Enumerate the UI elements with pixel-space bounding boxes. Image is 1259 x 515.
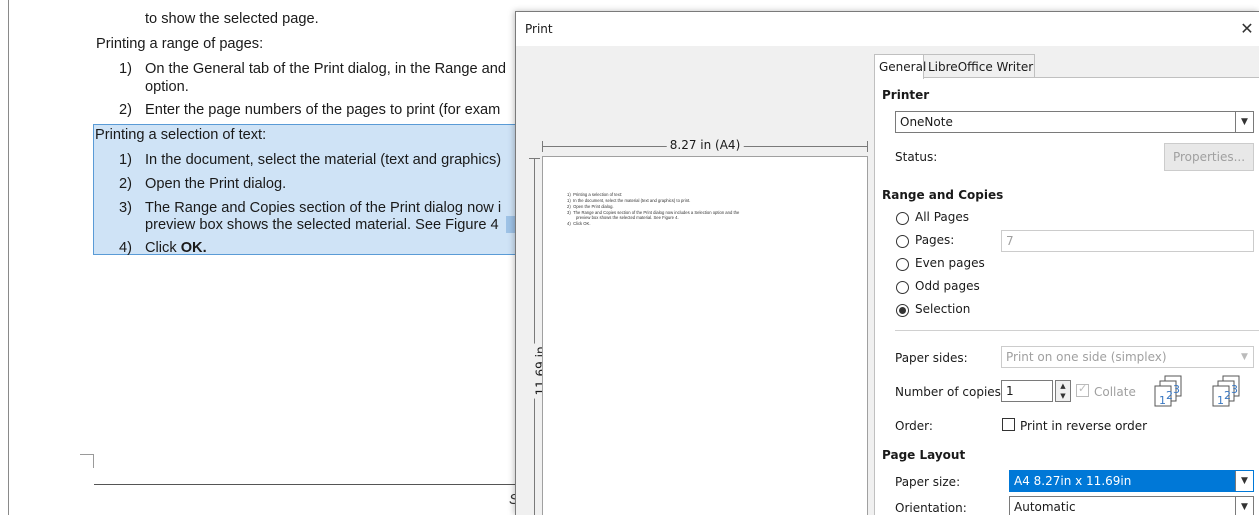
collate-checkbox[interactable]: ✓ xyxy=(1076,382,1089,397)
orientation-value: Automatic xyxy=(1014,500,1076,514)
page-layout-section-title: Page Layout xyxy=(882,448,966,462)
list-number: 2) xyxy=(119,102,132,118)
doc-ok-bold: OK. xyxy=(180,240,207,256)
text-boundary-corner xyxy=(80,454,94,468)
list-number: 1) xyxy=(119,61,132,77)
chevron-down-icon[interactable]: ▼ xyxy=(1235,347,1253,367)
copies-spinner[interactable]: ▲ ▼ xyxy=(1055,380,1071,402)
dialog-title: Print xyxy=(525,22,553,36)
svg-text:2: 2 xyxy=(1166,389,1173,402)
page-height-dimension: 11.69 in xyxy=(526,158,548,515)
print-settings-panel: General LibreOffice Writer Printer OneNo… xyxy=(872,46,1259,515)
preview-line: 1) Printing a selection of text: xyxy=(567,192,623,197)
order-label: Order: xyxy=(895,419,933,433)
preview-line: 2) Open the Print dialog. xyxy=(567,204,614,209)
dialog-titlebar[interactable]: Print ✕ xyxy=(516,12,1259,46)
paper-size-select[interactable]: A4 8.27in x 11.69in ▼ xyxy=(1009,470,1254,492)
radio-selection[interactable] xyxy=(896,304,909,317)
doc-line[interactable]: to show the selected page. xyxy=(145,10,319,28)
printer-select-value: OneNote xyxy=(900,115,953,129)
chevron-down-icon[interactable]: ▼ xyxy=(1235,112,1253,132)
list-number: 1) xyxy=(119,152,132,168)
radio-pages[interactable] xyxy=(896,235,909,248)
page-border xyxy=(8,0,9,515)
properties-button[interactable]: Properties... xyxy=(1164,143,1254,171)
pages-input[interactable]: 7 xyxy=(1001,230,1254,252)
status-label: Status: xyxy=(895,150,938,164)
radio-all-pages[interactable] xyxy=(896,212,909,225)
doc-line[interactable]: In the document, select the material (te… xyxy=(145,151,501,169)
range-separator xyxy=(895,330,1259,331)
footer-separator xyxy=(94,484,524,485)
tab-libreoffice-writer[interactable]: LibreOffice Writer xyxy=(923,54,1035,78)
page-width-label: 8.27 in (A4) xyxy=(666,138,744,152)
print-dialog: Print ✕ 8.27 in (A4) 11.69 in 1) Printin… xyxy=(515,11,1259,515)
selection-label[interactable]: Selection xyxy=(915,302,970,316)
even-pages-label[interactable]: Even pages xyxy=(915,256,985,270)
printer-section-title: Printer xyxy=(882,88,930,102)
list-number: 4) xyxy=(119,240,132,256)
orientation-label: Orientation: xyxy=(895,501,967,515)
collate-pages-icon: 1 2 3 xyxy=(1212,375,1240,407)
svg-text:1: 1 xyxy=(1217,394,1224,407)
printer-select[interactable]: OneNote ▼ xyxy=(895,111,1254,133)
doc-heading-range[interactable]: Printing a range of pages: xyxy=(96,35,263,53)
paper-size-label: Paper size: xyxy=(895,475,961,489)
chevron-down-icon[interactable]: ▼ xyxy=(1235,471,1253,491)
chevron-down-icon[interactable]: ▼ xyxy=(1235,497,1253,515)
doc-line[interactable]: Open the Print dialog. xyxy=(145,175,286,193)
paper-sides-value: Print on one side (simplex) xyxy=(1006,350,1167,364)
all-pages-label[interactable]: All Pages xyxy=(915,210,969,224)
doc-heading-selection[interactable]: Printing a selection of text: xyxy=(95,126,266,144)
copies-input[interactable]: 1 xyxy=(1001,380,1053,402)
range-section-title: Range and Copies xyxy=(882,188,1004,202)
orientation-select[interactable]: Automatic ▼ xyxy=(1009,496,1254,515)
doc-line[interactable]: The Range and Copies section of the Prin… xyxy=(145,199,501,217)
doc-line-click-ok[interactable]: Click OK. xyxy=(145,239,207,257)
doc-line-text: Click xyxy=(145,240,181,256)
radio-even-pages[interactable] xyxy=(896,258,909,271)
paper-size-value: A4 8.27in x 11.69in xyxy=(1014,474,1132,488)
general-tab-panel: Printer OneNote ▼ Status: Properties... … xyxy=(874,77,1259,515)
checkmark-icon: ✓ xyxy=(1078,382,1088,395)
svg-text:1: 1 xyxy=(1159,394,1166,407)
svg-text:3: 3 xyxy=(1231,383,1238,396)
preview-line: 4) Click OK. xyxy=(567,221,591,226)
page-width-dimension: 8.27 in (A4) xyxy=(542,138,868,154)
close-icon[interactable]: ✕ xyxy=(1236,19,1258,39)
doc-line[interactable]: On the General tab of the Print dialog, … xyxy=(145,60,506,78)
svg-text:3: 3 xyxy=(1173,383,1180,396)
spin-up-icon[interactable]: ▲ xyxy=(1056,381,1070,391)
paper-sides-select[interactable]: Print on one side (simplex) ▼ xyxy=(1001,346,1254,368)
odd-pages-label[interactable]: Odd pages xyxy=(915,279,980,293)
preview-page: 1) Printing a selection of text: 1) In t… xyxy=(542,156,868,515)
pages-label[interactable]: Pages: xyxy=(915,233,954,247)
tab-general[interactable]: General xyxy=(874,54,926,79)
preview-line: 1) In the document, select the material … xyxy=(567,198,691,203)
preview-line: preview box shows the selected material.… xyxy=(576,215,679,220)
list-number: 3) xyxy=(119,200,132,216)
print-preview-panel: 8.27 in (A4) 11.69 in 1) Printing a sele… xyxy=(516,46,872,515)
copies-label: Number of copies: xyxy=(895,385,1005,399)
doc-line[interactable]: preview box shows the selected material.… xyxy=(145,216,499,234)
doc-line[interactable]: Enter the page numbers of the pages to p… xyxy=(145,101,500,119)
paper-sides-label: Paper sides: xyxy=(895,351,968,365)
svg-text:2: 2 xyxy=(1224,389,1231,402)
collate-label: Collate xyxy=(1094,385,1136,399)
reverse-order-checkbox[interactable] xyxy=(1002,418,1015,431)
collate-pages-icon: 1 2 3 xyxy=(1154,375,1182,407)
list-number: 2) xyxy=(119,176,132,192)
spin-down-icon[interactable]: ▼ xyxy=(1056,391,1070,401)
reverse-order-label[interactable]: Print in reverse order xyxy=(1020,419,1147,433)
radio-odd-pages[interactable] xyxy=(896,281,909,294)
doc-line[interactable]: option. xyxy=(145,78,189,96)
